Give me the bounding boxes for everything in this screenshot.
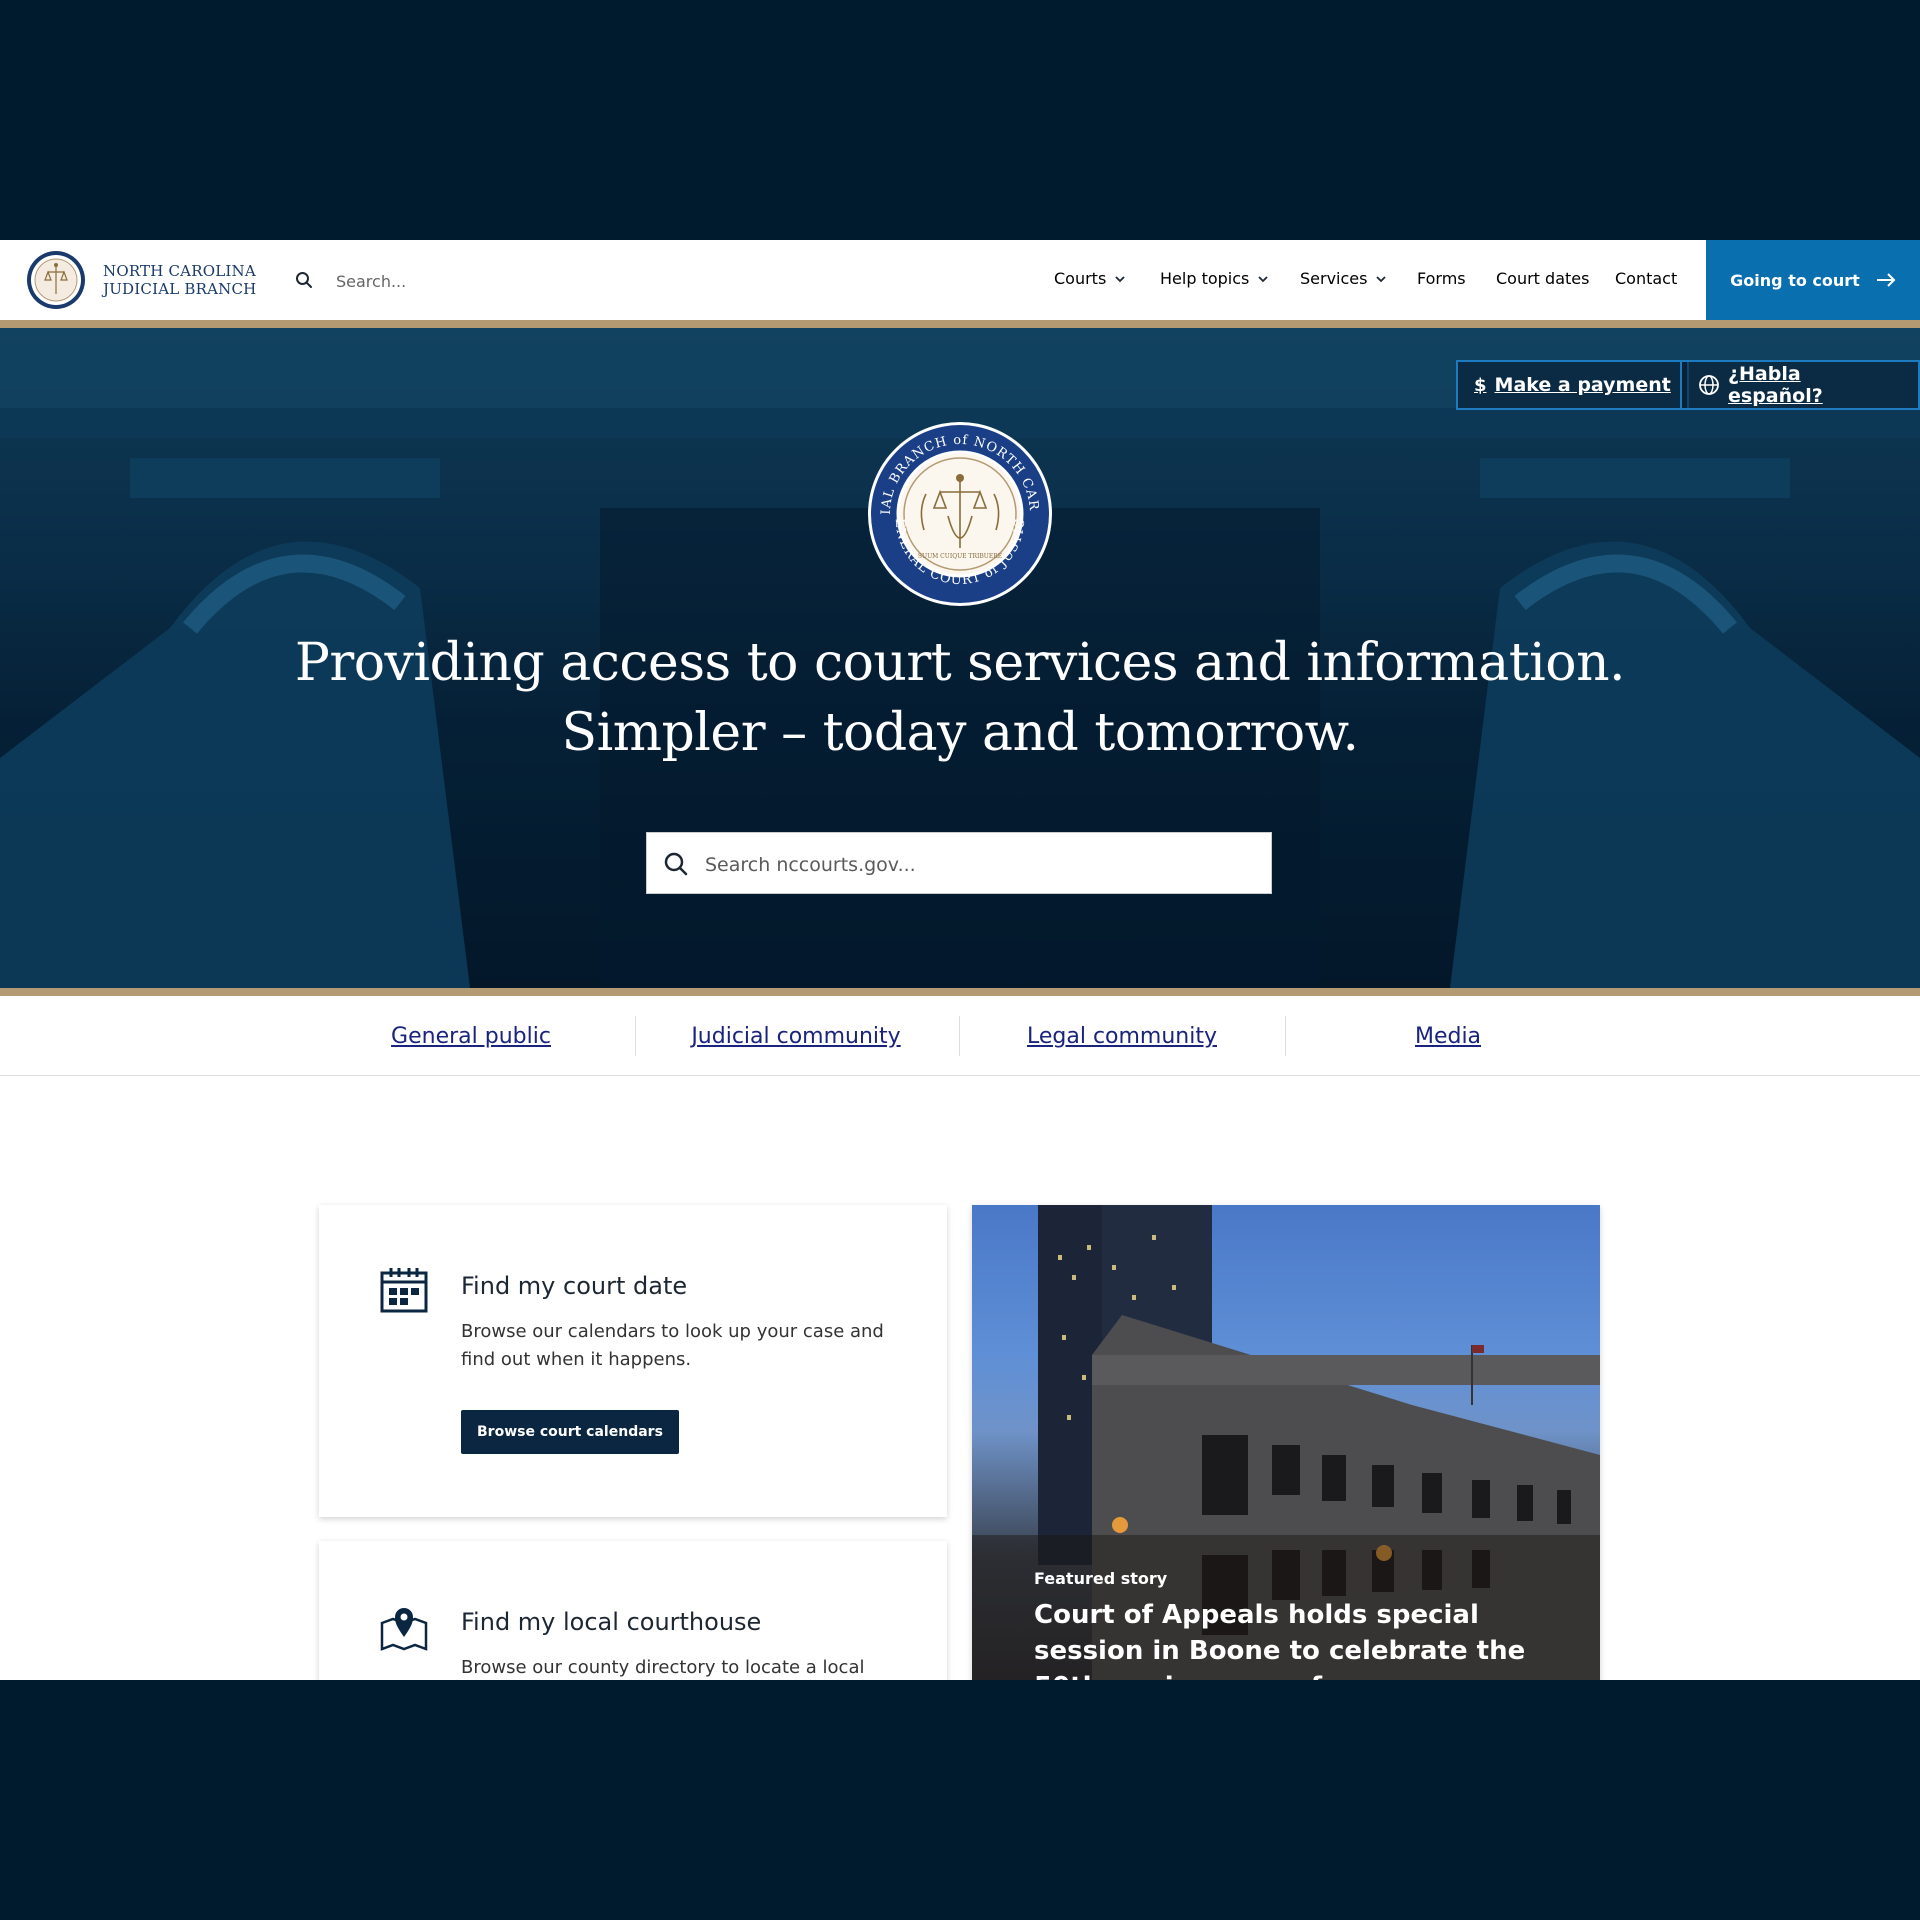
nav-forms[interactable]: Forms: [1417, 269, 1466, 288]
logo-wordmark[interactable]: NORTH CAROLINA JUDICIAL BRANCH: [103, 262, 256, 298]
nav-contact-label: Contact: [1615, 269, 1678, 288]
card-title: Find my local courthouse: [461, 1608, 762, 1636]
featured-story-title[interactable]: Court of Appeals holds special session i…: [1034, 1597, 1554, 1680]
map-pin-icon: [380, 1608, 428, 1651]
find-court-date-card: Find my court date Browse our calendars …: [319, 1205, 947, 1517]
search-icon[interactable]: [294, 270, 314, 290]
arrow-right-icon: [1876, 273, 1896, 287]
chevron-down-icon: [1258, 275, 1268, 282]
nav-contact[interactable]: Contact: [1615, 269, 1677, 288]
audience-divider: [959, 1016, 960, 1056]
audience-judicial-community[interactable]: Judicial community: [691, 1024, 900, 1049]
card-description: Browse our calendars to look up your cas…: [461, 1321, 884, 1370]
judicial-seal-logo[interactable]: [26, 250, 86, 310]
site-search-input[interactable]: [703, 845, 1247, 885]
habla-espanol-button[interactable]: ¿Habla español?: [1680, 360, 1920, 410]
nav-help-topics-label: Help topics: [1160, 269, 1250, 288]
audience-general-public[interactable]: General public: [391, 1024, 551, 1049]
card-description: Browse our county directory to locate a …: [461, 1657, 865, 1678]
hero-headline: Providing access to court services and i…: [0, 628, 1920, 768]
globe-icon: [1699, 375, 1719, 395]
header-gold-divider: [0, 320, 1920, 328]
nav-help-topics[interactable]: Help topics: [1160, 269, 1269, 288]
hero-search-box[interactable]: [646, 832, 1272, 894]
featured-story-kicker: Featured story: [1034, 1569, 1168, 1588]
hero-gold-divider: [0, 988, 1920, 996]
nav-courts[interactable]: Courts: [1054, 269, 1126, 288]
nav-services[interactable]: Services: [1300, 269, 1387, 288]
nav-forms-label: Forms: [1417, 269, 1466, 288]
audience-divider: [1285, 1016, 1286, 1056]
nav-courts-label: Courts: [1054, 269, 1107, 288]
judicial-branch-seal: JUDICIAL BRANCH of NORTH CAROLINA GENERA…: [866, 420, 1052, 606]
audience-legal-community[interactable]: Legal community: [1027, 1024, 1217, 1049]
card-title: Find my court date: [461, 1272, 688, 1300]
chevron-down-icon: [1115, 275, 1125, 282]
habla-espanol-label: ¿Habla español?: [1728, 363, 1823, 407]
chevron-down-icon: [1376, 275, 1387, 282]
nav-services-label: Services: [1300, 269, 1368, 288]
browse-court-calendars-button[interactable]: Browse court calendars: [461, 1410, 679, 1454]
nav-court-dates[interactable]: Court dates: [1496, 269, 1589, 288]
hero-headline-line1: Providing access to court services and i…: [294, 633, 1626, 693]
find-local-courthouse-card: Find my local courthouse Browse our coun…: [319, 1541, 947, 1680]
audience-media[interactable]: Media: [1415, 1024, 1481, 1049]
going-to-court-button[interactable]: Going to court: [1706, 240, 1920, 320]
going-to-court-label: Going to court: [1730, 270, 1860, 290]
make-a-payment-button[interactable]: $ Make a payment: [1456, 360, 1689, 410]
audience-divider: [635, 1016, 636, 1056]
featured-story-card[interactable]: Featured story Court of Appeals holds sp…: [972, 1205, 1600, 1680]
site-header: NORTH CAROLINA JUDICIAL BRANCH Courts He…: [0, 240, 1920, 320]
search-icon[interactable]: [663, 851, 689, 877]
hero-headline-line2: Simpler – today and tomorrow.: [561, 703, 1359, 763]
make-a-payment-label: Make a payment: [1494, 374, 1671, 396]
page: NORTH CAROLINA JUDICIAL BRANCH Courts He…: [0, 240, 1920, 1680]
header-search-input[interactable]: [334, 264, 698, 298]
dollar-icon: $: [1474, 374, 1487, 396]
hero-banner: $ Make a payment ¿Habla español? JUDICIA…: [0, 328, 1920, 988]
audience-nav: General public Judicial community Legal …: [0, 996, 1920, 1076]
seal-motto: SUUM CUIQUE TRIBUERE: [918, 553, 1002, 560]
logo-line1: NORTH CAROLINA: [103, 262, 256, 280]
calendar-icon: [380, 1268, 428, 1313]
logo-line2: JUDICIAL BRANCH: [103, 280, 257, 298]
nav-court-dates-label: Court dates: [1496, 269, 1590, 288]
